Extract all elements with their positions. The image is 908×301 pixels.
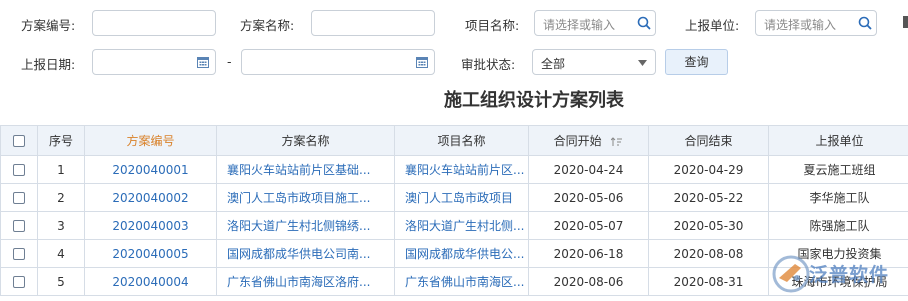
row-plan-name-link[interactable]: 洛阳大道广生村北侧锦绣...: [217, 212, 395, 240]
row-end: 2020-05-22: [649, 184, 769, 212]
row-checkbox[interactable]: [13, 192, 25, 204]
row-plan-name-link[interactable]: 国网成都成华供电公司南...: [217, 240, 395, 268]
page-title: 施工组织设计方案列表: [0, 86, 908, 112]
row-end: 2020-08-08: [649, 240, 769, 268]
row-project-link[interactable]: 澳门人工岛市政项目: [395, 184, 529, 212]
row-seq: 2: [38, 184, 85, 212]
row-end: 2020-08-31: [649, 268, 769, 296]
approval-status-label: 审批状态:: [461, 54, 515, 73]
project-name-label: 项目名称:: [465, 15, 519, 34]
col-project[interactable]: 项目名称: [395, 126, 529, 156]
select-all-checkbox-cell[interactable]: [1, 126, 38, 156]
report-unit-label: 上报单位:: [685, 15, 739, 34]
row-unit: 夏云施工班组: [769, 156, 908, 184]
row-project-link[interactable]: 国网成都成华供电公...: [395, 240, 529, 268]
row-plan-no-link[interactable]: 2020040001: [85, 156, 217, 184]
row-start: 2020-06-18: [529, 240, 649, 268]
project-name-placeholder: 请选择或输入: [543, 16, 615, 33]
row-checkbox[interactable]: [13, 248, 25, 260]
calendar-icon[interactable]: [416, 56, 428, 68]
col-plan-no[interactable]: 方案编号: [85, 126, 217, 156]
row-start: 2020-05-07: [529, 212, 649, 240]
table-header-row: 序号 方案编号 方案名称 项目名称 合同开始 合同结束 上报单位: [1, 126, 908, 156]
col-start[interactable]: 合同开始: [529, 126, 649, 156]
plan-no-label: 方案编号:: [21, 15, 75, 34]
row-plan-no-link[interactable]: 2020040005: [85, 240, 217, 268]
report-date-end-input[interactable]: [241, 49, 435, 75]
row-plan-no-link[interactable]: 2020040003: [85, 212, 217, 240]
search-icon[interactable]: [858, 16, 872, 30]
row-plan-no-link[interactable]: 2020040002: [85, 184, 217, 212]
plan-no-input[interactable]: [92, 10, 216, 36]
report-unit-input[interactable]: 请选择或输入: [755, 10, 877, 36]
table-row[interactable]: 1 2020040001 襄阳火车站站前片区基础... 襄阳火车站站前片区...…: [1, 156, 908, 184]
row-seq: 5: [38, 268, 85, 296]
col-plan-name[interactable]: 方案名称: [217, 126, 395, 156]
row-seq: 3: [38, 212, 85, 240]
col-seq: 序号: [38, 126, 85, 156]
project-name-input[interactable]: 请选择或输入: [534, 10, 656, 36]
report-unit-placeholder: 请选择或输入: [764, 16, 836, 33]
report-date-label: 上报日期:: [21, 54, 75, 73]
row-checkbox[interactable]: [13, 220, 25, 232]
watermark-text: 泛普软件: [809, 260, 889, 287]
row-unit: 陈强施工队: [769, 212, 908, 240]
row-unit: 李华施工队: [769, 184, 908, 212]
date-separator: -: [227, 54, 232, 69]
fanpu-watermark-logo: 泛普软件: [757, 248, 907, 298]
col-start-label: 合同开始: [554, 134, 602, 148]
row-checkbox[interactable]: [13, 164, 25, 176]
search-icon[interactable]: [637, 16, 651, 30]
row-seq: 4: [38, 240, 85, 268]
approval-status-select[interactable]: 全部: [532, 49, 656, 75]
calendar-icon[interactable]: [197, 56, 209, 68]
plan-name-input[interactable]: [311, 10, 435, 36]
query-button[interactable]: 查询: [665, 49, 728, 75]
row-end: 2020-05-30: [649, 212, 769, 240]
row-start: 2020-05-06: [529, 184, 649, 212]
row-plan-name-link[interactable]: 广东省佛山市南海区洛府...: [217, 268, 395, 296]
select-all-checkbox[interactable]: [13, 135, 25, 147]
row-project-link[interactable]: 广东省佛山市南海区...: [395, 268, 529, 296]
row-seq: 1: [38, 156, 85, 184]
row-project-link[interactable]: 襄阳火车站站前片区...: [395, 156, 529, 184]
plan-name-label: 方案名称:: [240, 15, 294, 34]
chevron-down-icon: [638, 60, 647, 66]
clipped-label-edge: [903, 16, 908, 28]
approval-status-value: 全部: [541, 55, 565, 72]
row-plan-name-link[interactable]: 襄阳火车站站前片区基础...: [217, 156, 395, 184]
row-plan-no-link[interactable]: 2020040004: [85, 268, 217, 296]
report-date-start-input[interactable]: [92, 49, 216, 75]
col-unit[interactable]: 上报单位: [769, 126, 908, 156]
row-project-link[interactable]: 洛阳大道广生村北侧...: [395, 212, 529, 240]
col-end[interactable]: 合同结束: [649, 126, 769, 156]
row-plan-name-link[interactable]: 澳门人工岛市政项目施工...: [217, 184, 395, 212]
row-checkbox[interactable]: [13, 276, 25, 288]
row-end: 2020-04-29: [649, 156, 769, 184]
table-row[interactable]: 2 2020040002 澳门人工岛市政项目施工... 澳门人工岛市政项目 20…: [1, 184, 908, 212]
row-start: 2020-04-24: [529, 156, 649, 184]
table-row[interactable]: 3 2020040003 洛阳大道广生村北侧锦绣... 洛阳大道广生村北侧...…: [1, 212, 908, 240]
row-start: 2020-08-06: [529, 268, 649, 296]
sort-icon[interactable]: [611, 137, 623, 147]
